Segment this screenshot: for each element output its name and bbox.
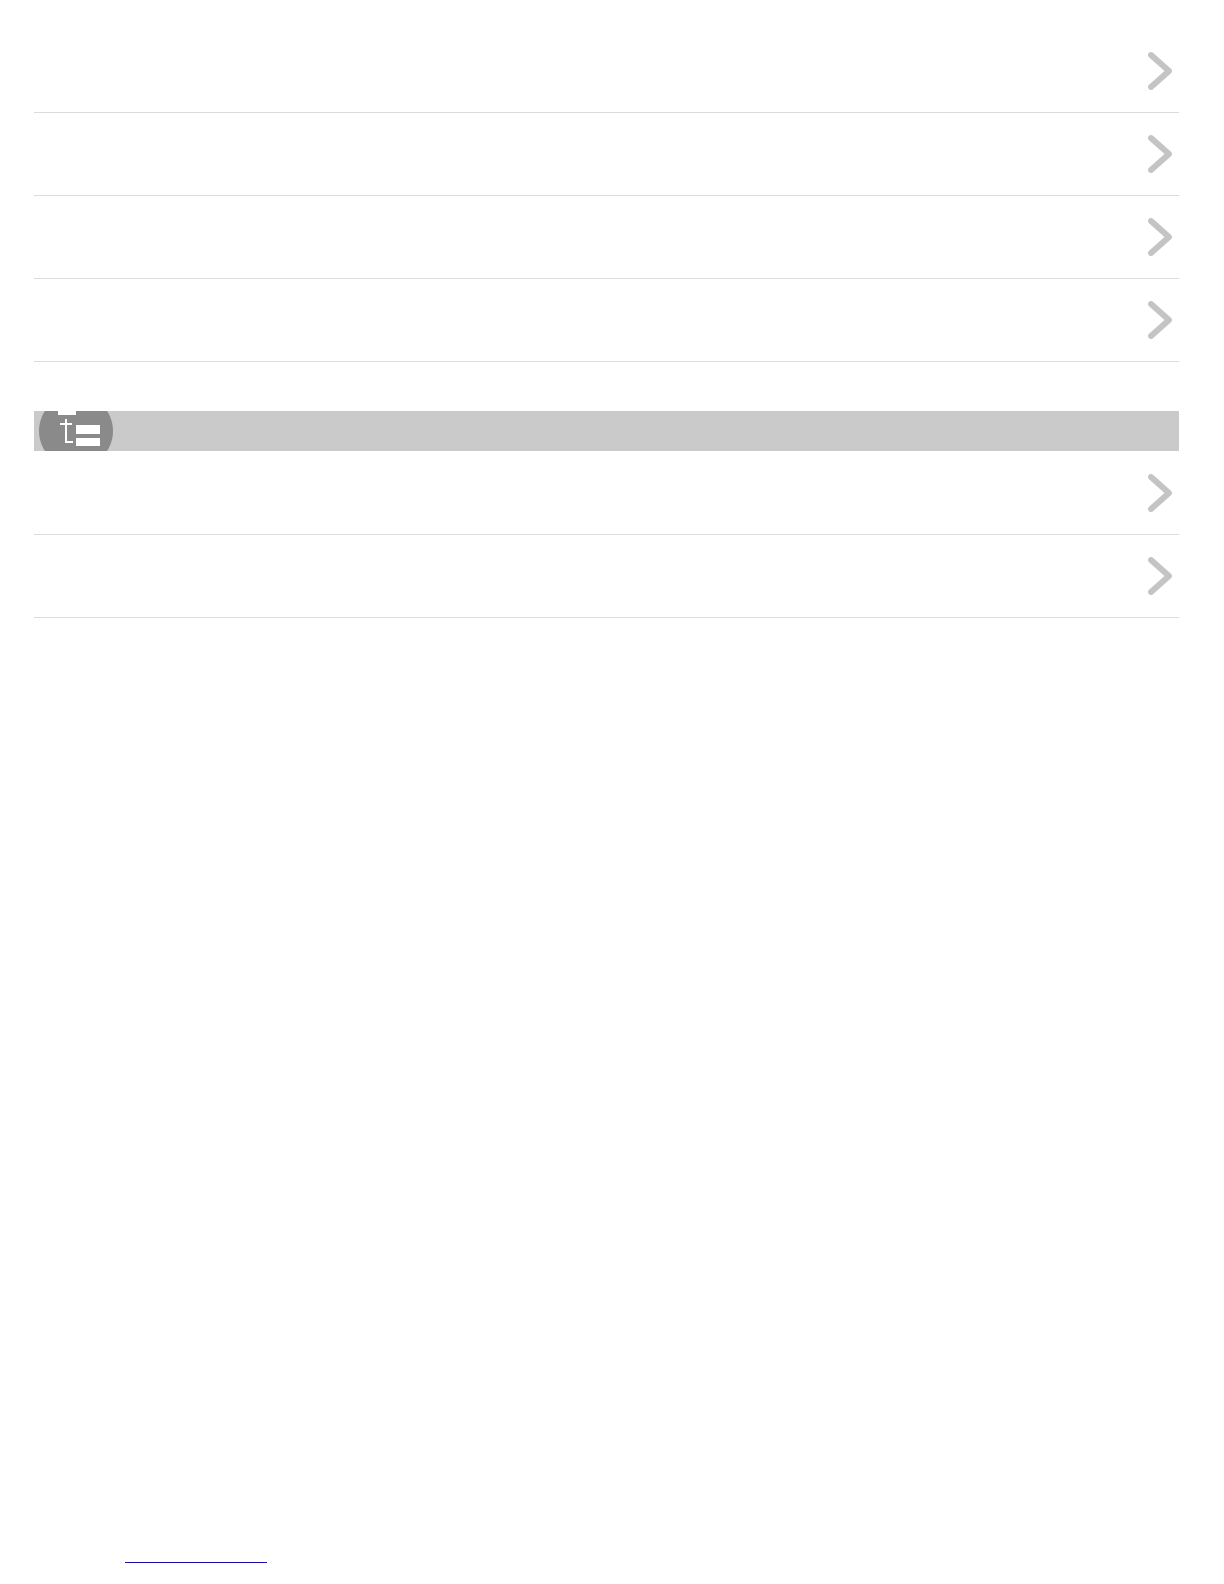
chevron-right-icon	[1148, 52, 1172, 90]
list-item[interactable]	[34, 113, 1179, 196]
chevron-right-icon	[1148, 301, 1172, 339]
chevron-right-icon	[1148, 135, 1172, 173]
list-item[interactable]	[34, 279, 1179, 362]
bottom-list	[34, 452, 1179, 618]
list-item[interactable]	[34, 535, 1179, 618]
list-item[interactable]	[34, 30, 1179, 113]
list-item[interactable]	[34, 452, 1179, 535]
section-header	[34, 411, 1179, 451]
toc-list-icon	[39, 411, 113, 451]
chevron-right-icon	[1148, 474, 1172, 512]
chevron-right-icon	[1148, 218, 1172, 256]
list-item[interactable]	[34, 196, 1179, 279]
chevron-right-icon	[1148, 557, 1172, 595]
footer-link[interactable]	[125, 1556, 267, 1563]
top-list	[34, 30, 1179, 362]
